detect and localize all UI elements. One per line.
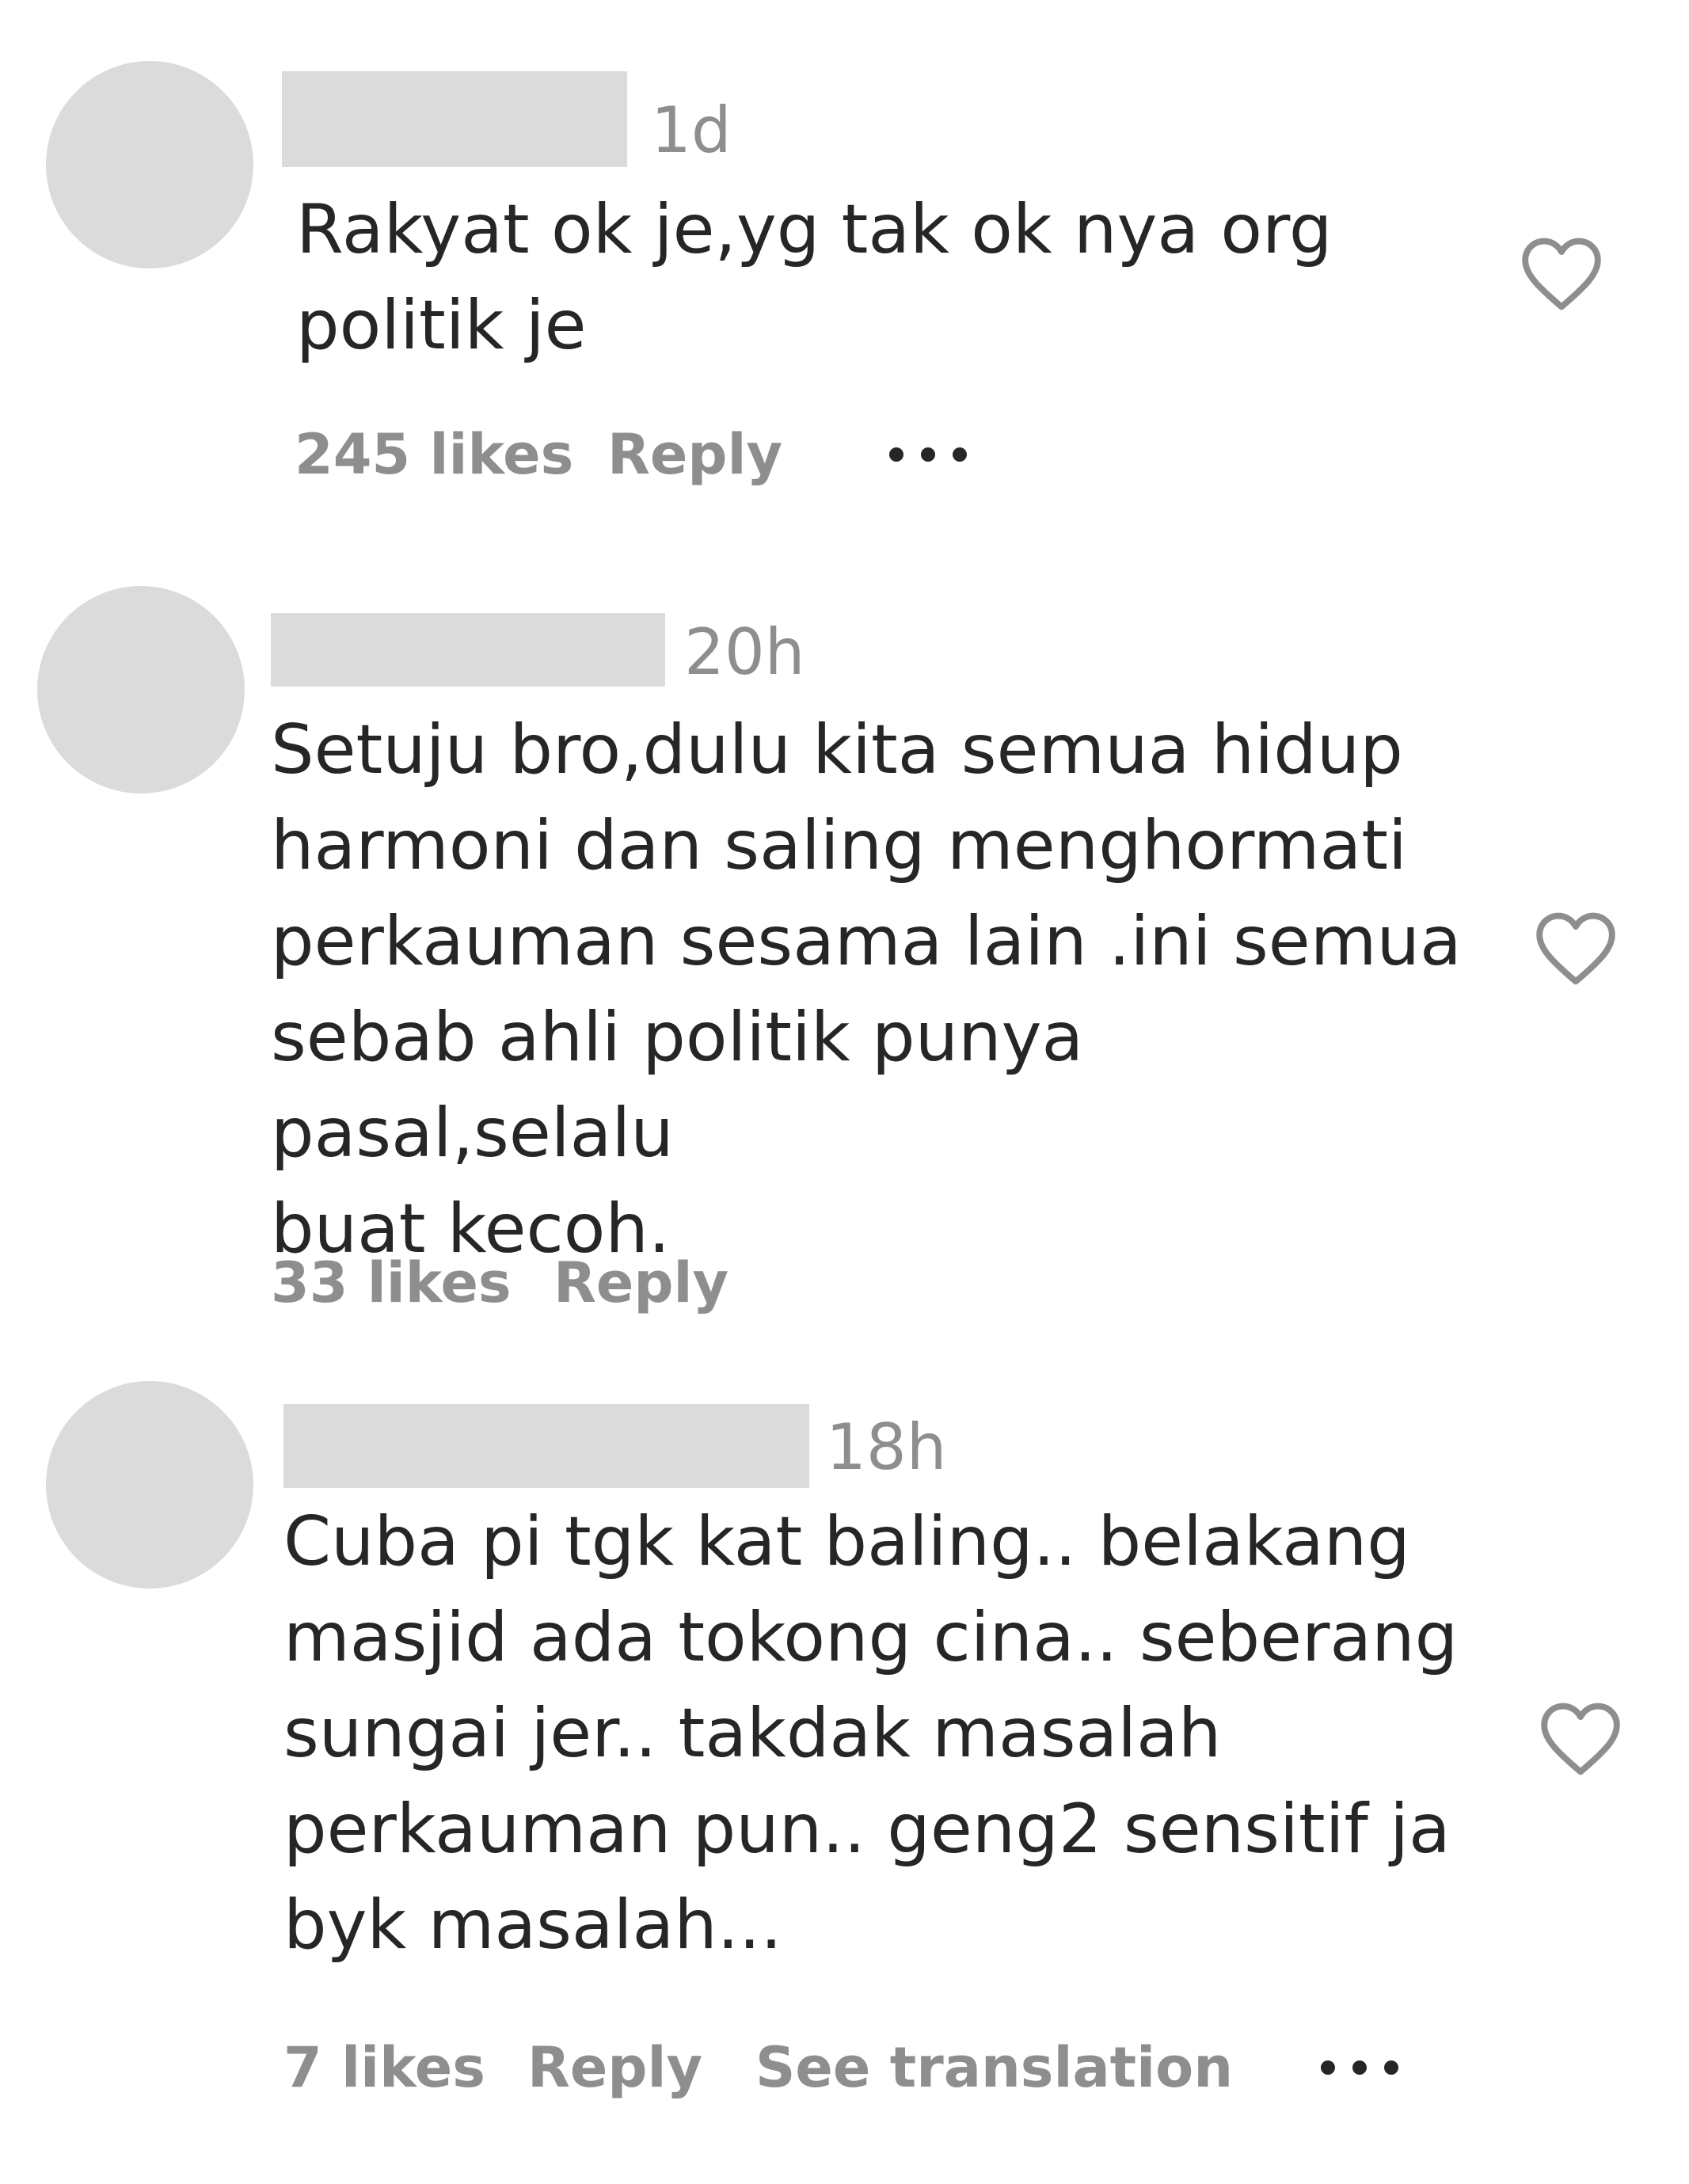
comment-timestamp: 1d	[651, 93, 732, 167]
reply-button[interactable]: Reply	[527, 2032, 702, 2103]
heart-outline-icon	[1536, 912, 1615, 985]
comment-text: Cuba pi tgk kat baling.. belakang masjid…	[283, 1502, 1459, 1965]
avatar[interactable]	[46, 61, 253, 268]
more-options-button[interactable]	[887, 419, 969, 490]
like-button[interactable]	[1519, 236, 1604, 312]
more-options-button[interactable]	[1318, 2032, 1401, 2103]
comment-timestamp: 20h	[684, 615, 805, 689]
heart-outline-icon	[1541, 1703, 1620, 1775]
reply-button[interactable]: Reply	[607, 419, 782, 490]
avatar[interactable]	[37, 586, 245, 793]
heart-outline-icon	[1522, 238, 1601, 310]
reply-button[interactable]: Reply	[553, 1247, 728, 1318]
likes-count[interactable]: 245 likes	[295, 419, 573, 490]
username-redacted[interactable]	[283, 1404, 809, 1488]
like-button[interactable]	[1533, 911, 1619, 987]
more-horizontal-icon	[1321, 2060, 1398, 2075]
username-redacted[interactable]	[282, 71, 627, 167]
comment-text: Rakyat ok je,yg tak ok nya org politik j…	[296, 190, 1333, 365]
see-translation-button[interactable]: See translation	[755, 2032, 1233, 2103]
more-horizontal-icon	[889, 447, 967, 462]
comment-timestamp: 18h	[826, 1410, 947, 1484]
username-redacted[interactable]	[271, 613, 665, 687]
likes-count[interactable]: 7 likes	[283, 2032, 485, 2103]
likes-count[interactable]: 33 likes	[271, 1247, 512, 1318]
comment-text: Setuju bro,dulu kita semua hidup harmoni…	[271, 710, 1462, 1269]
avatar[interactable]	[46, 1381, 253, 1589]
like-button[interactable]	[1538, 1701, 1623, 1777]
